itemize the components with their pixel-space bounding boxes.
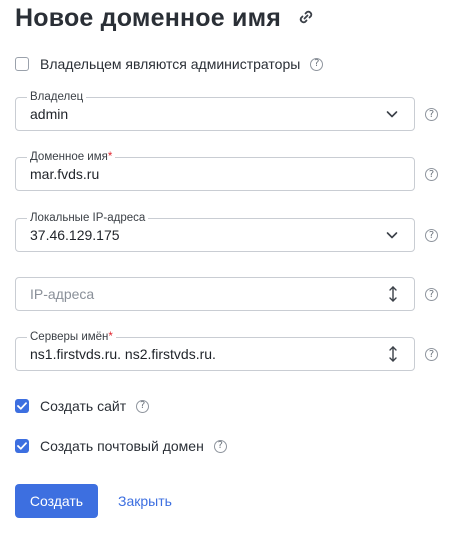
up-down-arrows-icon[interactable] bbox=[388, 285, 398, 303]
chevron-down-icon bbox=[386, 111, 398, 118]
close-button[interactable]: Закрыть bbox=[118, 493, 172, 509]
ip-addresses-field[interactable]: IP-адреса bbox=[15, 277, 415, 311]
up-down-arrows-icon[interactable] bbox=[388, 345, 398, 363]
local-ips-value: 37.46.129.175 bbox=[30, 227, 120, 243]
name-servers-label: Серверы имён* bbox=[27, 330, 116, 344]
owner-is-admins-label: Владельцем являются администраторы bbox=[40, 56, 301, 72]
ip-addresses-placeholder: IP-адреса bbox=[30, 286, 95, 302]
help-icon[interactable]: ? bbox=[425, 108, 438, 121]
help-icon[interactable]: ? bbox=[425, 288, 438, 301]
link-icon[interactable] bbox=[296, 7, 316, 27]
help-icon[interactable]: ? bbox=[136, 399, 150, 413]
create-mail-domain-row[interactable]: Создать почтовый домен ? bbox=[15, 436, 227, 456]
owner-is-admins-checkbox[interactable] bbox=[15, 57, 29, 71]
name-servers-field[interactable]: Серверы имён* ns1.firstvds.ru. ns2.first… bbox=[15, 330, 415, 371]
owner-select[interactable]: Владелец admin bbox=[15, 90, 415, 131]
name-servers-value: ns1.firstvds.ru. ns2.firstvds.ru. bbox=[30, 346, 216, 362]
checkmark-icon bbox=[17, 442, 27, 450]
required-mark: * bbox=[108, 331, 113, 343]
domain-name-value: mar.fvds.ru bbox=[30, 166, 100, 182]
checkmark-icon bbox=[17, 402, 27, 410]
help-icon[interactable]: ? bbox=[425, 168, 438, 181]
local-ips-select[interactable]: Локальные IP-адреса 37.46.129.175 bbox=[15, 211, 415, 252]
create-site-row[interactable]: Создать сайт ? bbox=[15, 396, 150, 416]
create-button[interactable]: Создать bbox=[15, 484, 98, 518]
help-icon[interactable]: ? bbox=[425, 229, 438, 242]
help-icon[interactable]: ? bbox=[213, 439, 227, 453]
local-ips-label: Локальные IP-адреса bbox=[27, 211, 149, 225]
chevron-down-icon bbox=[386, 232, 398, 239]
owner-is-admins-row[interactable]: Владельцем являются администраторы ? bbox=[15, 54, 324, 74]
create-mail-domain-checkbox[interactable] bbox=[15, 439, 29, 453]
create-mail-domain-label: Создать почтовый домен bbox=[40, 438, 204, 454]
create-site-label: Создать сайт bbox=[40, 398, 127, 414]
create-site-checkbox[interactable] bbox=[15, 399, 29, 413]
help-icon[interactable]: ? bbox=[425, 348, 438, 361]
domain-name-label: Доменное имя* bbox=[27, 150, 116, 164]
required-mark: * bbox=[107, 151, 113, 163]
owner-value: admin bbox=[30, 106, 69, 122]
page-title: Новое доменное имя bbox=[15, 4, 282, 32]
help-icon[interactable]: ? bbox=[310, 57, 324, 71]
owner-label: Владелец bbox=[27, 90, 87, 104]
domain-name-field[interactable]: Доменное имя* mar.fvds.ru bbox=[15, 150, 415, 191]
